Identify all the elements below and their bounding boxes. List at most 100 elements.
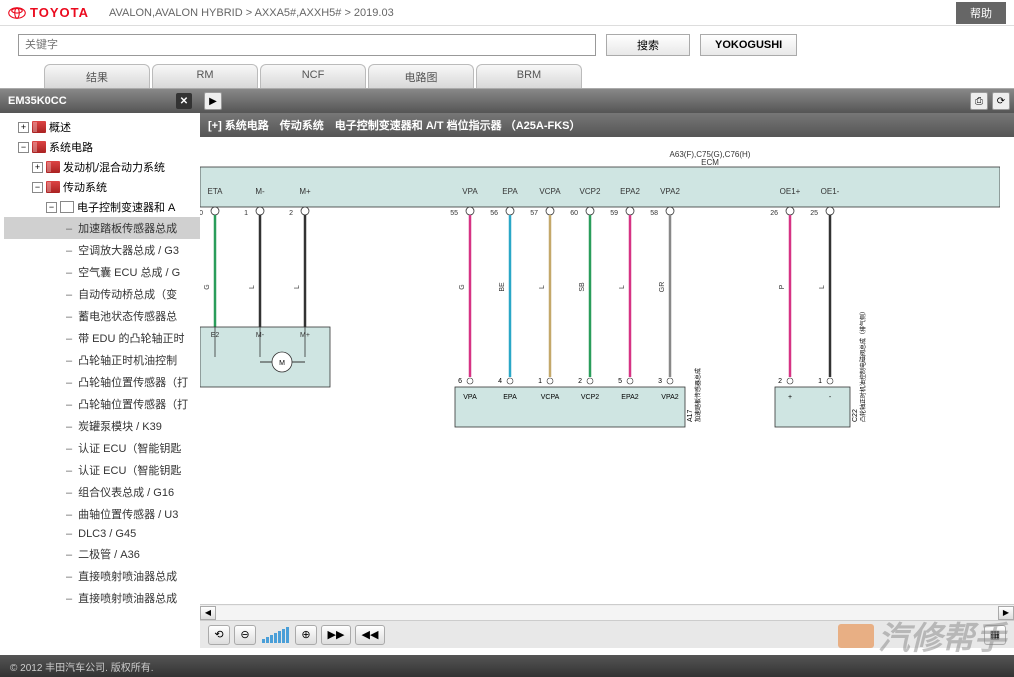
prev-page-button[interactable]: ◀◀ (355, 625, 385, 645)
tree-leaf[interactable]: 认证 ECU（智能钥匙 (4, 437, 200, 459)
tree-leaf[interactable]: 自动传动桥总成（变 (4, 283, 200, 305)
svg-text:OE1-: OE1- (821, 187, 840, 196)
svg-text:L: L (619, 285, 626, 289)
svg-text:1: 1 (818, 378, 822, 385)
svg-text:EPA2: EPA2 (620, 187, 640, 196)
play-button[interactable]: ▶ (204, 92, 222, 110)
tab-brm[interactable]: BRM (476, 64, 582, 88)
svg-text:G: G (459, 284, 466, 289)
tab-results[interactable]: 结果 (44, 64, 150, 88)
svg-text:OE1+: OE1+ (780, 187, 801, 196)
svg-text:加速踏板传感器总成: 加速踏板传感器总成 (694, 368, 702, 422)
tab-rm[interactable]: RM (152, 64, 258, 88)
tree-leaf[interactable]: 空气囊 ECU 总成 / G (4, 261, 200, 283)
toyota-icon (8, 4, 26, 22)
tree-leaf[interactable]: 凸轮轴位置传感器（打 (4, 371, 200, 393)
content-toolbar: ▶ ⎙ ⟳ (200, 89, 1014, 113)
svg-text:60: 60 (570, 210, 578, 217)
svg-text:VPA: VPA (463, 394, 477, 401)
breadcrumb: AVALON,AVALON HYBRID > AXXA5#,AXXH5# > 2… (109, 7, 394, 19)
logo-text: TOYOTA (30, 5, 89, 20)
svg-text:58: 58 (650, 210, 658, 217)
svg-text:5: 5 (618, 378, 622, 385)
svg-text:VPA: VPA (462, 187, 478, 196)
tree-leaf[interactable]: 凸轮轴位置传感器（打 (4, 393, 200, 415)
svg-text:M: M (279, 360, 285, 367)
brand-logo: TOYOTA (8, 4, 89, 22)
svg-text:VPA2: VPA2 (661, 394, 678, 401)
svg-text:P: P (779, 284, 786, 289)
svg-text:EPA: EPA (502, 187, 518, 196)
tree-leaf[interactable]: 曲轴位置传感器 / U3 (4, 503, 200, 525)
svg-text:GR: GR (659, 282, 666, 293)
svg-text:ETA: ETA (208, 187, 224, 196)
wiring-diagram[interactable]: A63(F),C75(G),C76(H)ECMETA110GM-1LM+2LVP… (200, 137, 1014, 604)
svg-text:EPA2: EPA2 (621, 394, 638, 401)
tree-ect[interactable]: −电子控制变速器和 A (4, 197, 200, 217)
tree-leaf[interactable]: 组合仪表总成 / G16 (4, 481, 200, 503)
tree-leaf[interactable]: 认证 ECU（智能钥匙 (4, 459, 200, 481)
diagram-title: [+] 系统电路 传动系统 电子控制变速器和 A/T 档位指示器 （A25A-F… (200, 113, 1014, 137)
tree-leaf[interactable]: 凸轮轴正时机油控制 (4, 349, 200, 371)
svg-text:L: L (539, 285, 546, 289)
svg-text:2: 2 (289, 210, 293, 217)
tab-wiring[interactable]: 电路图 (368, 64, 474, 88)
svg-text:VCP2: VCP2 (580, 187, 601, 196)
svg-text:56: 56 (490, 210, 498, 217)
next-page-button[interactable]: ▶▶ (321, 625, 351, 645)
help-button[interactable]: 帮助 (956, 2, 1006, 24)
svg-text:2: 2 (778, 378, 782, 385)
svg-text:BE: BE (499, 282, 506, 292)
tree-leaf[interactable]: 加速踏板传感器总成 (4, 217, 200, 239)
svg-text:M-: M- (255, 187, 265, 196)
svg-text:3: 3 (658, 378, 662, 385)
svg-text:C22: C22 (852, 409, 859, 422)
nav-tree: +概述 −系统电路 +发动机/混合动力系统 −传动系统 −电子控制变速器和 A … (0, 113, 200, 648)
svg-text:26: 26 (770, 210, 778, 217)
zoom-in-button[interactable]: ⊕ (295, 625, 317, 645)
scroll-left-button[interactable]: ◀ (200, 606, 216, 620)
doc-icon (60, 201, 74, 213)
tree-leaf[interactable]: DLC3 / G45 (4, 525, 200, 543)
tree-engine-hybrid[interactable]: +发动机/混合动力系统 (4, 157, 200, 177)
tab-ncf[interactable]: NCF (260, 64, 366, 88)
svg-text:SB: SB (579, 282, 586, 292)
tree-system-circuit[interactable]: −系统电路 (4, 137, 200, 157)
svg-text:+: + (788, 394, 792, 401)
sidebar: EM35K0CC ✕ +概述 −系统电路 +发动机/混合动力系统 −传动系统 −… (0, 89, 200, 648)
refresh-button[interactable]: ⟳ (992, 92, 1010, 110)
tree-drivetrain[interactable]: −传动系统 (4, 177, 200, 197)
book-icon (46, 161, 60, 173)
zoom-out-button[interactable]: ⊖ (234, 625, 256, 645)
tree-leaf[interactable]: 带 EDU 的凸轮轴正时 (4, 327, 200, 349)
svg-text:VPA2: VPA2 (660, 187, 680, 196)
tree-leaf[interactable]: 空调放大器总成 / G3 (4, 239, 200, 261)
svg-text:VCP2: VCP2 (581, 394, 599, 401)
search-button[interactable]: 搜索 (606, 34, 690, 56)
svg-text:1: 1 (538, 378, 542, 385)
close-sidebar-button[interactable]: ✕ (176, 93, 192, 109)
svg-text:1: 1 (244, 210, 248, 217)
print-button[interactable]: ⎙ (970, 92, 988, 110)
svg-text:L: L (294, 285, 301, 289)
tree-leaf[interactable]: 炭罐泵模块 / K39 (4, 415, 200, 437)
search-input[interactable] (18, 34, 596, 56)
tree-leaf[interactable]: 直接喷射喷油器总成 (4, 565, 200, 587)
svg-text:55: 55 (450, 210, 458, 217)
tree-leaf[interactable]: 直接喷射喷油器总成 (4, 587, 200, 609)
zoom-level-indicator[interactable] (262, 627, 289, 643)
svg-text:59: 59 (610, 210, 618, 217)
tree-leaf[interactable]: 蓄电池状态传感器总 (4, 305, 200, 327)
main-tabs: 结果 RM NCF 电路图 BRM (44, 64, 1014, 88)
svg-text:110: 110 (200, 210, 203, 217)
svg-text:2: 2 (578, 378, 582, 385)
sidebar-title: EM35K0CC (8, 95, 67, 107)
svg-text:M+: M+ (299, 187, 311, 196)
yokogushi-button[interactable]: YOKOGUSHI (700, 34, 797, 56)
svg-text:VCPA: VCPA (541, 394, 560, 401)
zoom-reset-button[interactable]: ⟲ (208, 625, 230, 645)
footer-copyright: © 2012 丰田汽车公司. 版权所有. (0, 655, 1014, 677)
tree-leaf[interactable]: 二极管 / A36 (4, 543, 200, 565)
svg-text:25: 25 (810, 210, 818, 217)
tree-overview[interactable]: +概述 (4, 117, 200, 137)
